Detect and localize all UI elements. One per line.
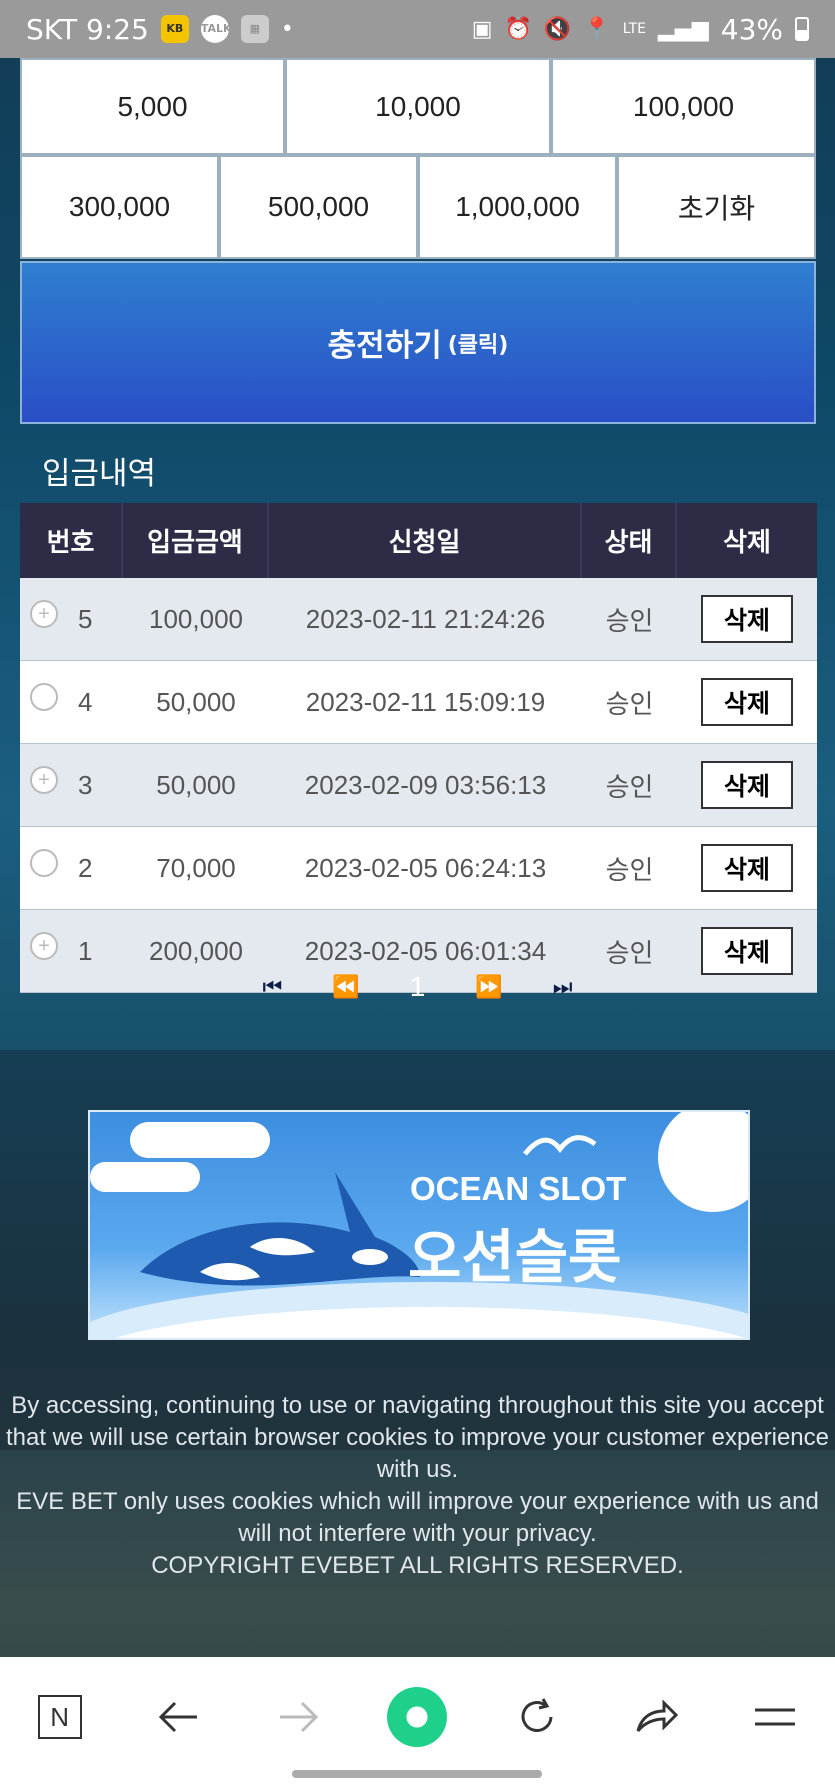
row-date: 2023-02-05 06:24:13: [304, 852, 547, 883]
header-status: 상태: [582, 503, 677, 578]
amount-300000-button[interactable]: 300,000: [20, 155, 219, 259]
delete-button[interactable]: 삭제: [701, 595, 793, 643]
footer-privacy-notice: EVE BET only uses cookies which will imp…: [16, 1488, 819, 1547]
amount-10000-button[interactable]: 10,000: [285, 58, 551, 155]
ocean-slot-banner[interactable]: OCEAN SLOT 오션슬롯: [88, 1110, 750, 1340]
charge-button[interactable]: 충전하기 (클릭): [20, 261, 816, 424]
alarm-icon: ⏰: [504, 16, 532, 42]
table-row: 4 50,000 2023-02-11 15:09:19 승인 삭제: [20, 661, 817, 744]
current-page[interactable]: 1: [410, 971, 426, 1003]
delete-button[interactable]: 삭제: [701, 761, 793, 809]
refresh-icon: [521, 1698, 553, 1732]
mute-icon: 🔇: [543, 16, 572, 42]
expand-plus-icon[interactable]: +: [30, 766, 58, 794]
kb-icon: KB: [160, 15, 189, 43]
table-row: +3 50,000 2023-02-09 03:56:13 승인 삭제: [20, 744, 817, 827]
app-icon: ▦: [240, 15, 269, 43]
amount-100000-button[interactable]: 100,000: [551, 58, 816, 155]
hamburger-menu-icon: [755, 1708, 796, 1726]
talk-icon: TALK: [200, 15, 232, 43]
footer-text: By accessing, continuing to use or navig…: [0, 1390, 835, 1582]
battery-percent: 43%: [720, 12, 783, 46]
table-header: 번호 입금금액 신청일 상태 삭제: [20, 503, 817, 578]
row-no: 2: [78, 852, 93, 883]
green-dot-button[interactable]: [387, 1687, 448, 1747]
reset-button[interactable]: 초기화: [617, 155, 816, 259]
table-row: 2 70,000 2023-02-05 06:24:13 승인 삭제: [20, 827, 817, 910]
signal-icon: ▂▄▆: [658, 16, 709, 42]
delete-button[interactable]: 삭제: [701, 844, 793, 892]
expand-circle-icon[interactable]: [30, 849, 58, 877]
carrier-time: SKT 9:25: [26, 12, 149, 46]
notification-dot: •: [280, 16, 294, 42]
status-left: SKT 9:25 KB TALK ▦ •: [26, 13, 294, 46]
row-amount: 100,000: [149, 603, 243, 634]
amount-500000-button[interactable]: 500,000: [219, 155, 418, 259]
share-icon: [636, 1699, 679, 1732]
prev-page-icon[interactable]: ⏪: [332, 975, 359, 1000]
home-indicator[interactable]: [292, 1770, 542, 1778]
sun-icon: [658, 1112, 748, 1212]
expand-circle-icon[interactable]: [30, 683, 58, 711]
table-row: +5 100,000 2023-02-11 21:24:26 승인 삭제: [20, 578, 817, 661]
row-status: 승인: [605, 771, 654, 802]
row-date: 2023-02-11 15:09:19: [305, 686, 546, 717]
amount-5000-button[interactable]: 5,000: [20, 58, 285, 155]
charge-button-sub: (클릭): [447, 332, 509, 358]
back-arrow-icon: [158, 1701, 197, 1733]
battery-icon: [795, 17, 809, 41]
green-dot-icon: [387, 1687, 448, 1747]
row-no: 3: [78, 769, 93, 800]
last-page-icon[interactable]: ⏭: [553, 975, 573, 1000]
row-status: 승인: [605, 854, 654, 885]
footer-cookie-notice: By accessing, continuing to use or navig…: [5, 1392, 830, 1483]
bird-icon: [523, 1135, 597, 1156]
banner-title-en: OCEAN SLOT: [410, 1170, 627, 1207]
row-amount: 70,000: [156, 852, 236, 883]
forward-arrow-icon: [280, 1701, 319, 1733]
network-label: LTE: [622, 21, 646, 37]
footer-copyright: COPYRIGHT EVEBET ALL RIGHTS RESERVED.: [151, 1552, 684, 1579]
row-amount: 50,000: [156, 686, 236, 717]
share-button[interactable]: [626, 1687, 686, 1747]
row-no: 5: [78, 603, 93, 634]
amount-row-1: 5,000 10,000 100,000: [20, 58, 816, 155]
screenshot-icon: ▣: [471, 16, 493, 42]
first-page-icon[interactable]: ⏮: [262, 975, 282, 1000]
back-button[interactable]: [149, 1687, 209, 1747]
header-delete: 삭제: [723, 528, 771, 558]
next-page-icon[interactable]: ⏩: [475, 975, 502, 1000]
status-right: ▣ ⏰ 🔇 📍 LTE ▂▄▆ 43%: [472, 13, 809, 46]
header-amount: 입금금액: [123, 503, 269, 578]
expand-plus-icon[interactable]: +: [30, 600, 58, 628]
location-icon: 📍: [583, 16, 611, 42]
amount-row-2: 300,000 500,000 1,000,000 초기화: [20, 155, 816, 259]
header-no: 번호: [20, 503, 123, 578]
status-bar: SKT 9:25 KB TALK ▦ • ▣ ⏰ 🔇 📍 LTE ▂▄▆ 43%: [0, 0, 835, 58]
expand-plus-icon[interactable]: +: [30, 932, 58, 960]
forward-button[interactable]: [268, 1687, 328, 1747]
delete-button[interactable]: 삭제: [701, 678, 793, 726]
header-date: 신청일: [269, 503, 582, 578]
pagination: ⏮ ⏪ 1 ⏩ ⏭: [0, 962, 835, 1012]
menu-button[interactable]: [745, 1687, 805, 1747]
row-status: 승인: [605, 688, 654, 719]
refresh-button[interactable]: [507, 1687, 567, 1747]
row-date: 2023-02-11 21:24:26: [305, 603, 546, 634]
naver-n-icon: N: [37, 1695, 82, 1739]
charge-button-label: 충전하기: [327, 328, 442, 364]
section-title: 입금내역: [42, 456, 157, 492]
naver-home-button[interactable]: N: [30, 1687, 90, 1747]
amount-1000000-button[interactable]: 1,000,000: [418, 155, 617, 259]
row-no: 4: [78, 686, 93, 717]
row-status: 승인: [605, 605, 654, 636]
row-date: 2023-02-09 03:56:13: [304, 769, 547, 800]
row-amount: 50,000: [156, 769, 236, 800]
deposit-table: 번호 입금금액 신청일 상태 삭제 +5 100,000 2023-02-11 …: [20, 503, 817, 993]
